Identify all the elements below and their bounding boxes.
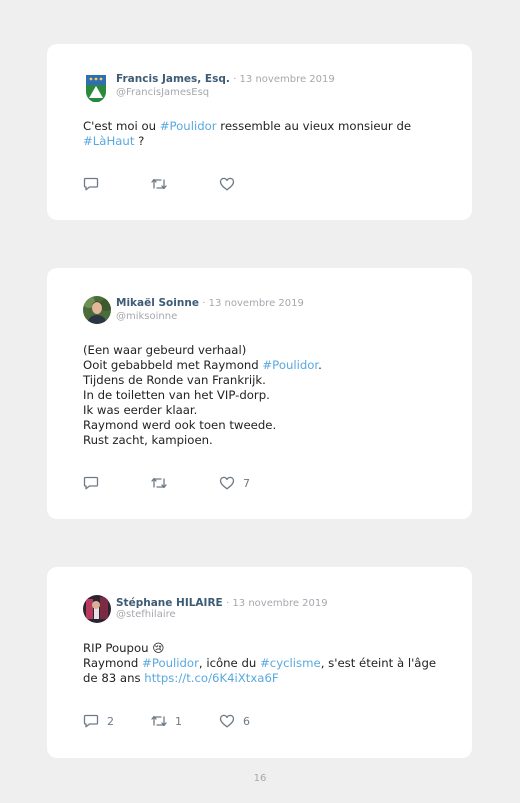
avatar[interactable] [85,74,107,102]
tweet-date[interactable]: · 13 novembre 2019 [226,598,328,609]
avatar[interactable] [83,296,111,324]
tweet-text-line: #LàHaut ? [83,134,453,149]
tweet-text-segment: RIP Poupou 😢 [83,641,165,655]
reply-icon [83,476,99,490]
tweet-text-segment: In de toiletten van het VIP-dorp. [83,388,270,402]
tweet-actions: 7 [83,475,383,491]
hashtag-link[interactable]: #Poulidor [142,656,199,670]
page-number: 16 [253,773,267,784]
tweet-text-segment: ? [134,134,145,148]
tweet-text-segment: (Een waar gebeurd verhaal) [83,343,247,357]
hashtag-link[interactable]: #LàHaut [83,134,134,148]
tweet-date[interactable]: · 13 novembre 2019 [233,74,335,85]
retweet-icon [151,476,167,490]
tweet-text-line: In de toiletten van het VIP-dorp. [83,388,453,403]
avatar[interactable] [83,595,111,623]
tweet-text-segment: Raymond werd ook toen tweede. [83,418,277,432]
tweet-text-segment: Ooit gebabbeld met Raymond [83,358,263,372]
tweet-text: (Een waar gebeurd verhaal) Ooit gebabbeld… [83,343,453,448]
author-handle[interactable]: @stefhilaire [116,609,176,620]
tweet-card: Mikaël Soinne · 13 novembre 2019 @miksoi… [47,268,472,519]
tweet-text-segment: Raymond [83,656,143,670]
hashtag-link[interactable]: #Poulidor [262,358,318,372]
tweet-text-segment: Ik was eerder klaar. [83,403,198,417]
tweet-text-segment: , s'est éteint à l'âge [320,656,437,670]
retweet-count: 1 [175,714,182,728]
reply-button[interactable] [83,475,107,491]
reply-icon [83,714,99,728]
tweet-text-segment: ressemble au vieux monsieur de [216,119,412,133]
tweet-card: Stéphane HILAIRE · 13 novembre 2019 @ste… [47,567,472,758]
like-icon [219,177,235,191]
tweet-link[interactable]: https://t.co/6K4iXtxa6F [144,671,278,685]
reply-button[interactable] [83,176,107,192]
tweet-text-line: Rust zacht, kampioen. [83,433,453,448]
tweet-text-segment: , icône du [198,656,260,670]
retweet-icon [151,714,167,728]
author-handle[interactable]: @FrancisJamesEsq [116,87,209,98]
retweet-button[interactable]: 1 [151,713,182,729]
like-count: 7 [243,476,250,490]
retweet-icon [151,177,167,191]
retweet-button[interactable] [151,475,175,491]
tweet-text-line: C'est moi ou #Poulidor ressemble au vieu… [83,119,453,134]
tweet-text-line: (Een waar gebeurd verhaal) [83,343,453,358]
hashtag-link[interactable]: #cyclisme [260,656,321,670]
tweet-text-line: de 83 ans https://t.co/6K4iXtxa6F [83,671,453,686]
tweet-text-line: Ooit gebabbeld met Raymond #Poulidor. [83,358,453,373]
tweet-text-line: Raymond #Poulidor, icône du #cyclisme, s… [83,656,453,671]
tweet-text-line: Raymond werd ook toen tweede. [83,418,453,433]
reply-count: 2 [107,714,114,728]
reply-icon [83,177,99,191]
like-icon [219,714,235,728]
like-icon [219,476,235,490]
tweet-text-segment: Rust zacht, kampioen. [83,433,213,447]
like-button[interactable]: 7 [219,475,250,491]
tweet-text-segment: C'est moi ou [83,119,160,133]
tweet-text-line: Tijdens de Ronde van Frankrijk. [83,373,453,388]
tweet-text-segment: . [318,358,322,372]
tweet-text: C'est moi ou #Poulidor ressemble au vieu… [83,119,453,149]
like-button[interactable] [219,176,243,192]
tweet-text-line: Ik was eerder klaar. [83,403,453,418]
author-handle[interactable]: @miksoinne [116,311,177,322]
author-name[interactable]: Stéphane HILAIRE [116,597,223,609]
like-count: 6 [243,714,250,728]
tweet-actions [83,176,383,192]
author-name[interactable]: Mikaël Soinne [116,297,199,309]
retweet-button[interactable] [151,176,175,192]
author-name[interactable]: Francis James, Esq. [116,73,230,85]
like-button[interactable]: 6 [219,713,250,729]
reply-button[interactable]: 2 [83,713,114,729]
tweet-text-segment: Tijdens de Ronde van Frankrijk. [83,373,266,387]
tweet-date[interactable]: · 13 novembre 2019 [202,298,304,309]
hashtag-link[interactable]: #Poulidor [160,119,217,133]
tweet-text: RIP Poupou 😢 Raymond #Poulidor, icône du … [83,641,453,686]
tweet-card: Francis James, Esq. · 13 novembre 2019 @… [47,44,472,220]
tweet-actions: 2 1 6 [83,713,383,729]
tweet-text-line: RIP Poupou 😢 [83,641,453,656]
tweet-text-segment: de 83 ans [83,671,145,685]
